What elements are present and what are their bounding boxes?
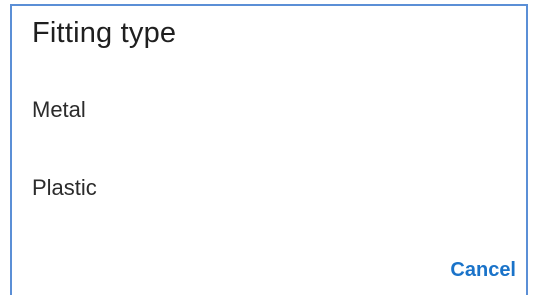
option-plastic[interactable]: Plastic xyxy=(32,175,97,201)
dialog-title: Fitting type xyxy=(32,17,177,49)
option-metal[interactable]: Metal xyxy=(32,97,86,123)
fitting-type-dialog: Fitting type Metal Plastic Cancel xyxy=(10,4,528,295)
cancel-button[interactable]: Cancel xyxy=(450,259,516,282)
